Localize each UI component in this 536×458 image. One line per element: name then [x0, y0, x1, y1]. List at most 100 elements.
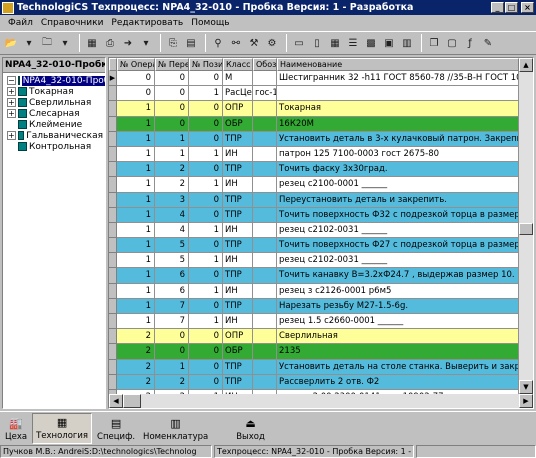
cell-transition[interactable]: 7	[155, 314, 189, 330]
cell-class[interactable]: ОБР	[223, 116, 253, 132]
cell-designation[interactable]	[253, 268, 277, 284]
cell-transition[interactable]: 2	[155, 374, 189, 390]
table-row[interactable]: 1 0 0 ОБР 16К20М	[109, 116, 519, 132]
cell-name[interactable]: 16К20М	[277, 116, 519, 132]
cell-class[interactable]: ТПР	[223, 131, 253, 147]
table-row[interactable]: 1 5 0 ТПР Точить поверхность Ф27 с подрезкой…	[109, 238, 519, 254]
row-selector[interactable]	[109, 86, 117, 102]
expand-icon[interactable]: +	[7, 109, 16, 118]
search-tool-icon[interactable]: ⚯	[228, 35, 244, 51]
cell-name[interactable]: Точить фаску 3х30град.	[277, 162, 519, 178]
cell-name[interactable]: Сверлильная	[277, 329, 519, 345]
cell-transition[interactable]: 5	[155, 238, 189, 254]
minimize-button[interactable]: _	[491, 2, 504, 13]
row-selector[interactable]	[109, 116, 117, 132]
cell-name[interactable]: патрон 125 7100-0003 гост 2675-80	[277, 146, 519, 163]
new-folder-icon[interactable]: 🗀	[39, 35, 55, 51]
table-row[interactable]: 001РасЦехгос-1	[109, 86, 519, 102]
table-row[interactable]: 1 0 0 ОПР Токарная	[109, 101, 519, 117]
cell-operation[interactable]: 2	[117, 359, 155, 375]
cell-class[interactable]: ИН	[223, 177, 253, 193]
vertical-scrollbar[interactable]: ▲ ▼	[519, 58, 533, 394]
row-selector[interactable]	[109, 253, 117, 269]
cell-operation[interactable]: 2	[117, 374, 155, 390]
cell-class[interactable]: ТПР	[223, 192, 253, 208]
column-header-class[interactable]: Класс	[223, 58, 253, 71]
row-selector[interactable]	[109, 268, 117, 284]
menu-edit[interactable]: Редактировать	[111, 18, 183, 28]
cell-class[interactable]: ИН	[223, 222, 253, 239]
cell-class[interactable]: ИН	[223, 253, 253, 269]
cell-class[interactable]: ОБР	[223, 344, 253, 360]
cell-position[interactable]: 0	[189, 344, 223, 360]
cell-designation[interactable]	[253, 329, 277, 345]
row-selector[interactable]	[109, 283, 117, 299]
preview-icon[interactable]: ⎘	[165, 35, 181, 51]
cell-name[interactable]: Токарная	[277, 101, 519, 117]
cell-transition[interactable]: 0	[155, 329, 189, 345]
menu-help[interactable]: Помощь	[191, 18, 229, 28]
cell-position[interactable]: 0	[189, 101, 223, 117]
cell-operation[interactable]: 1	[117, 101, 155, 117]
cell-transition[interactable]: 1	[155, 146, 189, 163]
cell-operation[interactable]: 1	[117, 298, 155, 314]
cell-designation[interactable]	[253, 298, 277, 314]
menu-file[interactable]: Файл	[8, 18, 33, 28]
cell-transition[interactable]: 3	[155, 192, 189, 208]
cell-name[interactable]: Установить деталь в 3-х кулачковый патро…	[277, 131, 519, 147]
cell-designation[interactable]	[253, 71, 277, 87]
cell-transition[interactable]: 6	[155, 283, 189, 299]
cell-position[interactable]: 0	[189, 162, 223, 178]
row-selector[interactable]	[109, 101, 117, 117]
row-selector[interactable]	[109, 238, 117, 254]
find-icon[interactable]: ⚲	[210, 35, 226, 51]
cell-operation[interactable]: 1	[117, 146, 155, 163]
grid-icon[interactable]: ▩	[363, 35, 379, 51]
row-selector[interactable]	[109, 192, 117, 208]
horizontal-scrollbar[interactable]: ◀ ▶	[109, 394, 533, 408]
cell-designation[interactable]	[253, 374, 277, 390]
table-row[interactable]: 2 1 0 ТПР Установить деталь на столе станка.…	[109, 359, 519, 375]
row-selector[interactable]	[109, 146, 117, 163]
cell-operation[interactable]: 2	[117, 344, 155, 360]
row-selector[interactable]: ▶	[109, 71, 117, 87]
grid-view-icon[interactable]: ▦	[84, 35, 100, 51]
cell-position[interactable]: 0	[189, 374, 223, 390]
cell-position[interactable]: 1	[189, 314, 223, 330]
cell-designation[interactable]	[253, 222, 277, 239]
cell-class[interactable]: ТПР	[223, 238, 253, 254]
technology-button[interactable]: ▦ Технология	[32, 413, 93, 444]
column-header-position[interactable]: № Позиц	[189, 58, 223, 71]
settings-icon[interactable]: ⚙	[264, 35, 280, 51]
column-header-name[interactable]: Наименование	[277, 58, 519, 71]
cell-position[interactable]: 0	[189, 298, 223, 314]
print-icon[interactable]: ⎙	[102, 35, 118, 51]
list-icon[interactable]: ☰	[345, 35, 361, 51]
book-icon[interactable]: ▥	[399, 35, 415, 51]
cell-class[interactable]: ТПР	[223, 298, 253, 314]
cell-designation[interactable]: гос-1	[253, 86, 277, 102]
cell-class[interactable]: ИН	[223, 283, 253, 299]
cell-operation[interactable]: 2	[117, 329, 155, 345]
open-folder-icon[interactable]: 📂	[3, 35, 19, 51]
tools-icon[interactable]: ⚒	[246, 35, 262, 51]
cell-class[interactable]: ТПР	[223, 268, 253, 284]
cell-operation[interactable]: 1	[117, 162, 155, 178]
cell-transition[interactable]: 6	[155, 268, 189, 284]
cell-transition[interactable]: 0	[155, 101, 189, 117]
scroll-down-icon[interactable]: ▼	[519, 380, 533, 394]
cell-position[interactable]: 1	[189, 222, 223, 239]
cell-position[interactable]: 1	[189, 177, 223, 193]
tree-root[interactable]: − NPA4_32-010-Пробка	[5, 75, 105, 86]
cell-transition[interactable]: 1	[155, 359, 189, 375]
cell-position[interactable]: 0	[189, 268, 223, 284]
close-button[interactable]: ×	[521, 2, 534, 13]
cell-class[interactable]: ИН	[223, 146, 253, 163]
cell-name[interactable]: 2135	[277, 344, 519, 360]
cell-name[interactable]: резец с2102-0031 ______	[277, 222, 519, 239]
cell-position[interactable]: 0	[189, 329, 223, 345]
exit-button[interactable]: ⏏ Выход	[233, 413, 268, 444]
cell-name[interactable]: Рассверлить 2 отв. Ф2	[277, 374, 519, 390]
column-header-transition[interactable]: № Перех	[155, 58, 189, 71]
cell-designation[interactable]	[253, 314, 277, 330]
